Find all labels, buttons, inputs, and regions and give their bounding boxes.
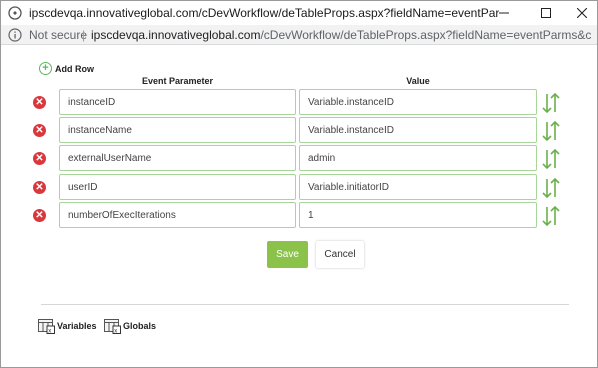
reorder-arrows-icon[interactable] <box>541 148 561 170</box>
variables-icon: x <box>38 319 55 334</box>
svg-text:x: x <box>48 328 51 334</box>
address-bar[interactable]: Not secure | ipscdevqa.innovativeglobal.… <box>1 25 597 45</box>
value-field[interactable]: Variable.instanceID <box>299 89 537 115</box>
globals-label: Globals <box>123 321 157 331</box>
close-window-button[interactable] <box>567 1 597 25</box>
url-text[interactable]: ipscdevqa.innovativeglobal.com/cDevWorkf… <box>91 28 591 42</box>
column-header-event-parameter: Event Parameter <box>141 76 214 86</box>
delete-row-icon[interactable]: ✕ <box>33 124 46 137</box>
table-row: ✕ userID Variable.initiatorID <box>1 174 598 200</box>
variables-button[interactable]: x Variables <box>38 318 97 334</box>
window-title: ipscdevqa.innovativeglobal.com/cDevWorkf… <box>29 6 499 20</box>
event-parameter-field[interactable]: numberOfExecIterations <box>59 202 296 228</box>
event-parameter-field[interactable]: externalUserName <box>59 145 296 171</box>
reorder-arrows-icon[interactable] <box>541 92 561 114</box>
delete-row-icon[interactable]: ✕ <box>33 209 46 222</box>
event-parameter-field[interactable]: instanceName <box>59 117 296 143</box>
table-row: ✕ numberOfExecIterations 1 <box>1 202 598 228</box>
globals-button[interactable]: x Globals <box>104 318 156 334</box>
value-field[interactable]: 1 <box>299 202 537 228</box>
variables-label: Variables <box>57 321 97 331</box>
minimize-button[interactable] <box>489 1 519 25</box>
section-divider <box>41 304 569 305</box>
info-icon[interactable] <box>8 28 22 42</box>
maximize-icon <box>541 8 551 18</box>
reorder-arrows-icon[interactable] <box>541 177 561 199</box>
globals-icon: x <box>104 319 121 334</box>
maximize-button[interactable] <box>531 1 561 25</box>
save-button[interactable]: Save <box>267 241 308 268</box>
security-status[interactable]: Not secure <box>29 28 87 42</box>
table-row: ✕ externalUserName admin <box>1 145 598 171</box>
value-field[interactable]: Variable.instanceID <box>299 117 537 143</box>
event-parameter-field[interactable]: instanceID <box>59 89 296 115</box>
table-row: ✕ instanceName Variable.instanceID <box>1 117 598 143</box>
value-field[interactable]: admin <box>299 145 537 171</box>
url-host: ipscdevqa.innovativeglobal.com <box>91 28 261 42</box>
window-titlebar: ipscdevqa.innovativeglobal.com/cDevWorkf… <box>1 1 597 25</box>
plus-circle-icon: + <box>39 62 52 75</box>
add-row-button[interactable]: + Add Row <box>39 62 94 75</box>
event-parameter-field[interactable]: userID <box>59 174 296 200</box>
reorder-arrows-icon[interactable] <box>541 120 561 142</box>
value-field[interactable]: Variable.initiatorID <box>299 174 537 200</box>
svg-text:x: x <box>114 328 117 334</box>
cancel-button[interactable]: Cancel <box>316 241 364 268</box>
delete-row-icon[interactable]: ✕ <box>33 96 46 109</box>
url-path: /cDevWorkflow/deTableProps.aspx?fieldNam… <box>260 28 591 42</box>
close-icon <box>577 8 587 18</box>
add-row-label: Add Row <box>55 63 94 74</box>
delete-row-icon[interactable]: ✕ <box>33 181 46 194</box>
reorder-arrows-icon[interactable] <box>541 205 561 227</box>
delete-row-icon[interactable]: ✕ <box>33 152 46 165</box>
address-separator: | <box>82 28 86 42</box>
minimize-icon <box>499 12 509 14</box>
browser-app-icon <box>8 6 22 20</box>
column-header-value: Value <box>406 76 430 86</box>
table-row: ✕ instanceID Variable.instanceID <box>1 89 598 115</box>
